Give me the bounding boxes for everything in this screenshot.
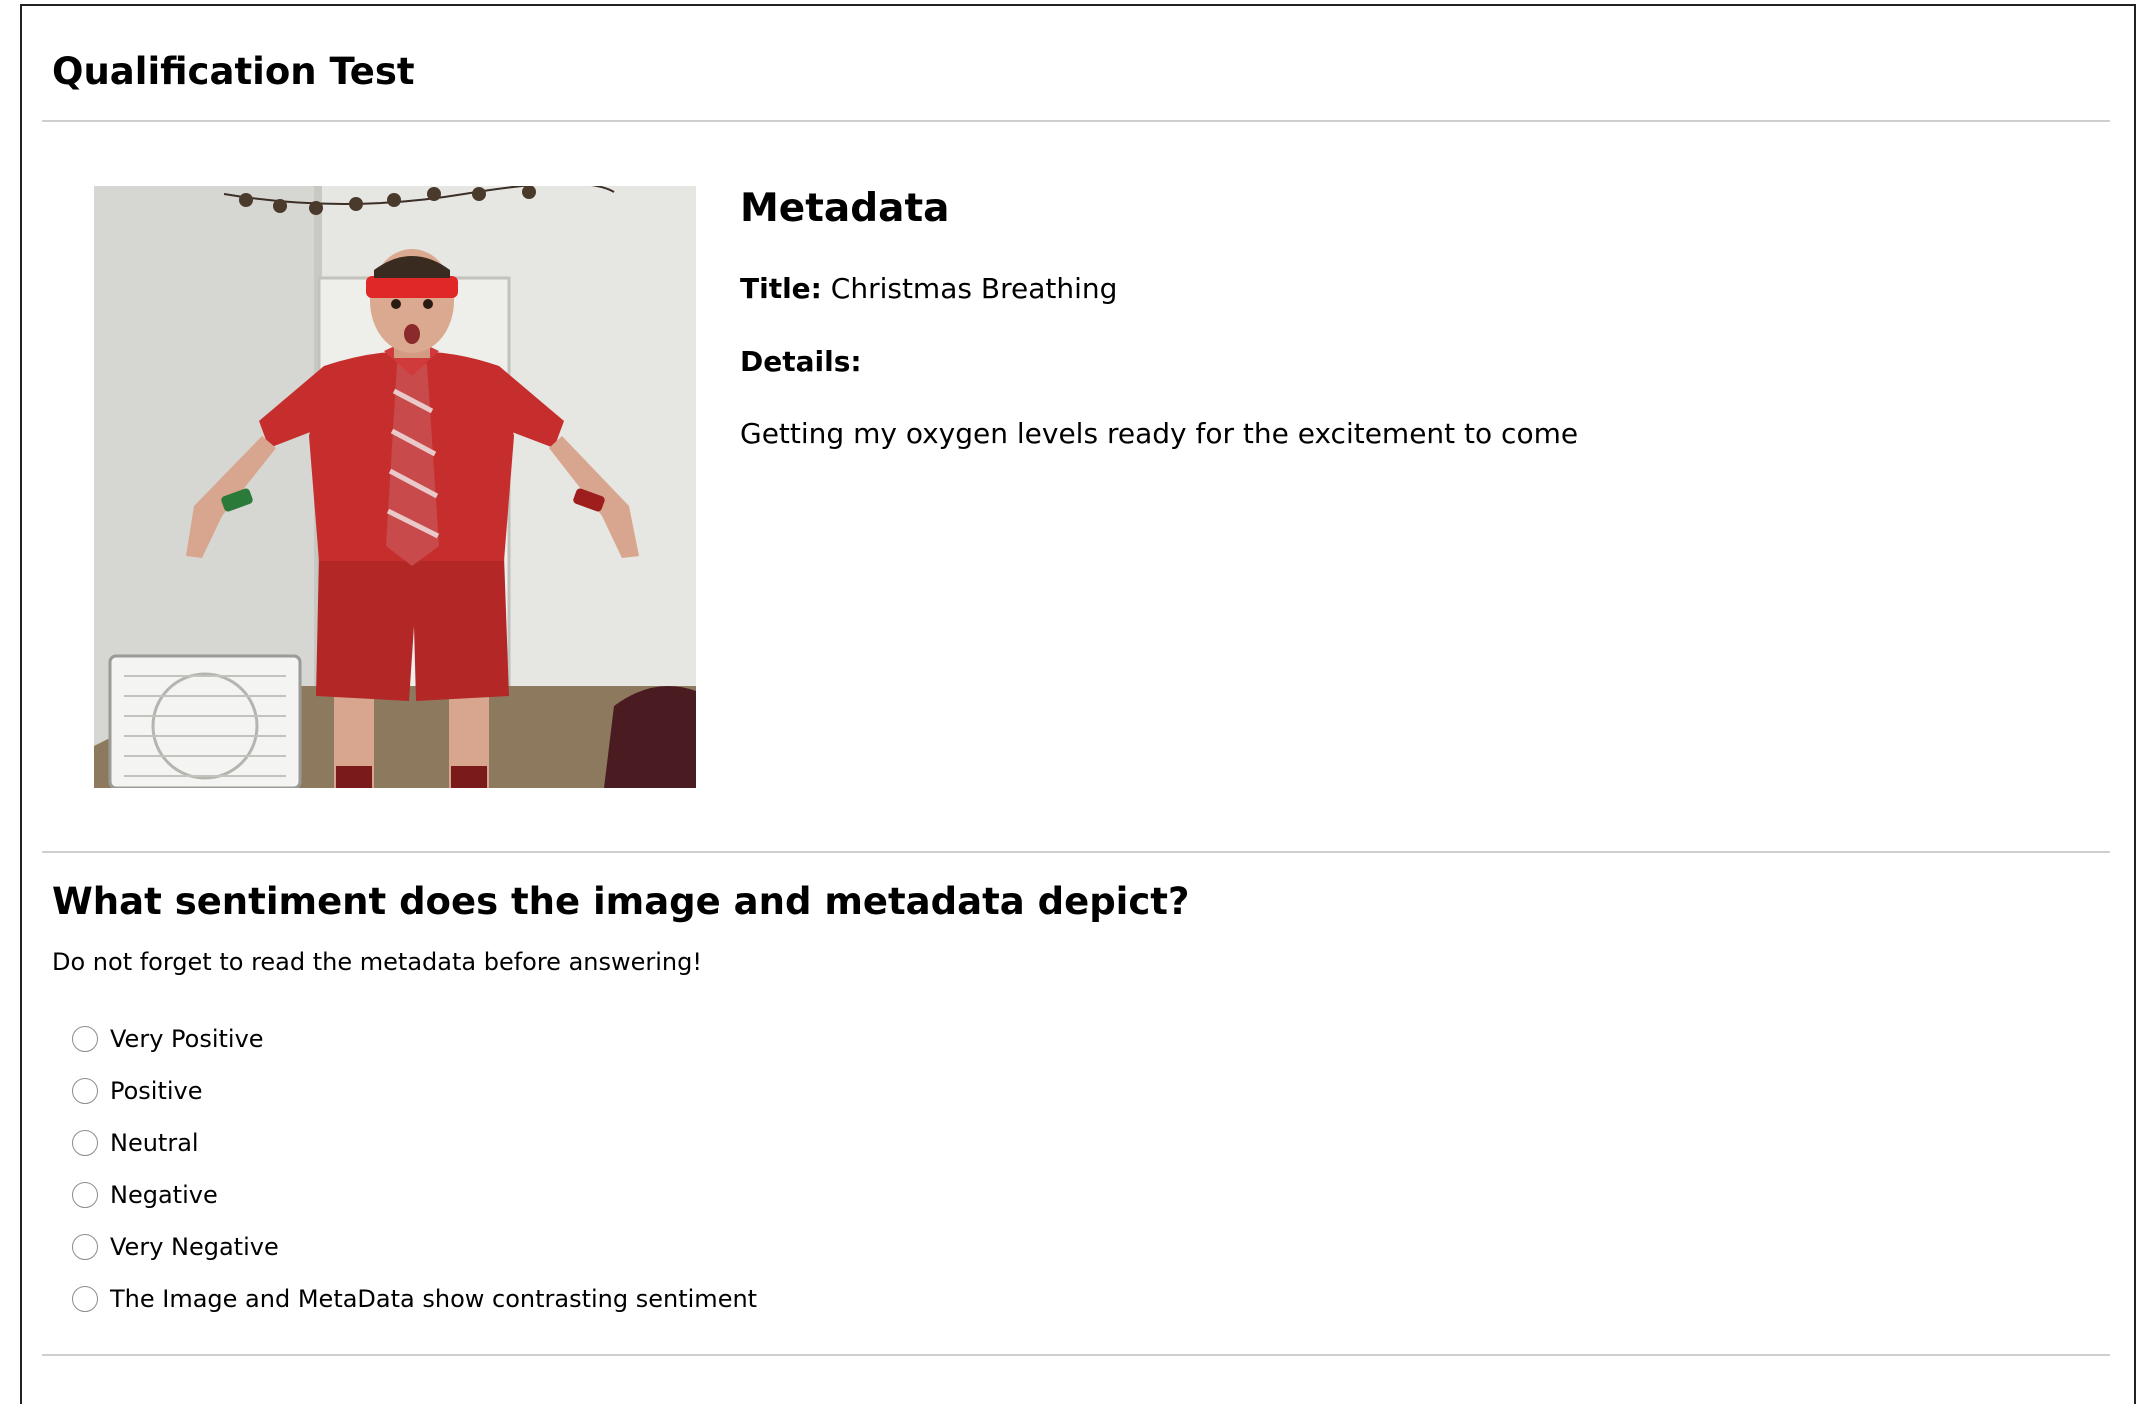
details-text: Getting my oxygen levels ready for the e… <box>740 417 1579 450</box>
option-very-positive[interactable]: Very Positive <box>72 1013 757 1065</box>
radio-button[interactable] <box>72 1130 98 1156</box>
option-label: Positive <box>110 1077 203 1105</box>
content-photo <box>94 186 696 788</box>
option-label: The Image and MetaData show contrasting … <box>110 1285 758 1313</box>
metadata-details-row: Details: <box>740 344 862 380</box>
metadata-title-row: Title: Christmas Breathing <box>740 271 1117 307</box>
option-label: Very Positive <box>110 1025 264 1053</box>
title-label: Title: <box>740 272 822 305</box>
divider <box>42 1354 2110 1356</box>
question-text: What sentiment does the image and metada… <box>52 880 1190 923</box>
radio-button[interactable] <box>72 1182 98 1208</box>
metadata-heading: Metadata <box>740 186 950 231</box>
page-title: Qualification Test <box>52 50 415 93</box>
option-neutral[interactable]: Neutral <box>72 1117 757 1169</box>
option-positive[interactable]: Positive <box>72 1065 757 1117</box>
radio-button[interactable] <box>72 1078 98 1104</box>
option-negative[interactable]: Negative <box>72 1169 757 1221</box>
radio-button[interactable] <box>72 1026 98 1052</box>
details-label: Details: <box>740 345 862 378</box>
title-value: Christmas Breathing <box>830 272 1118 305</box>
option-contrasting[interactable]: The Image and MetaData show contrasting … <box>72 1273 757 1325</box>
option-very-negative[interactable]: Very Negative <box>72 1221 757 1273</box>
divider <box>42 851 2110 853</box>
radio-button[interactable] <box>72 1286 98 1312</box>
sentiment-options: Very Positive Positive Neutral Negative … <box>72 1013 757 1325</box>
option-label: Negative <box>110 1181 218 1209</box>
option-label: Very Negative <box>110 1233 279 1261</box>
radio-button[interactable] <box>72 1234 98 1260</box>
option-label: Neutral <box>110 1129 199 1157</box>
divider <box>42 120 2110 122</box>
question-hint: Do not forget to read the metadata befor… <box>52 948 702 976</box>
